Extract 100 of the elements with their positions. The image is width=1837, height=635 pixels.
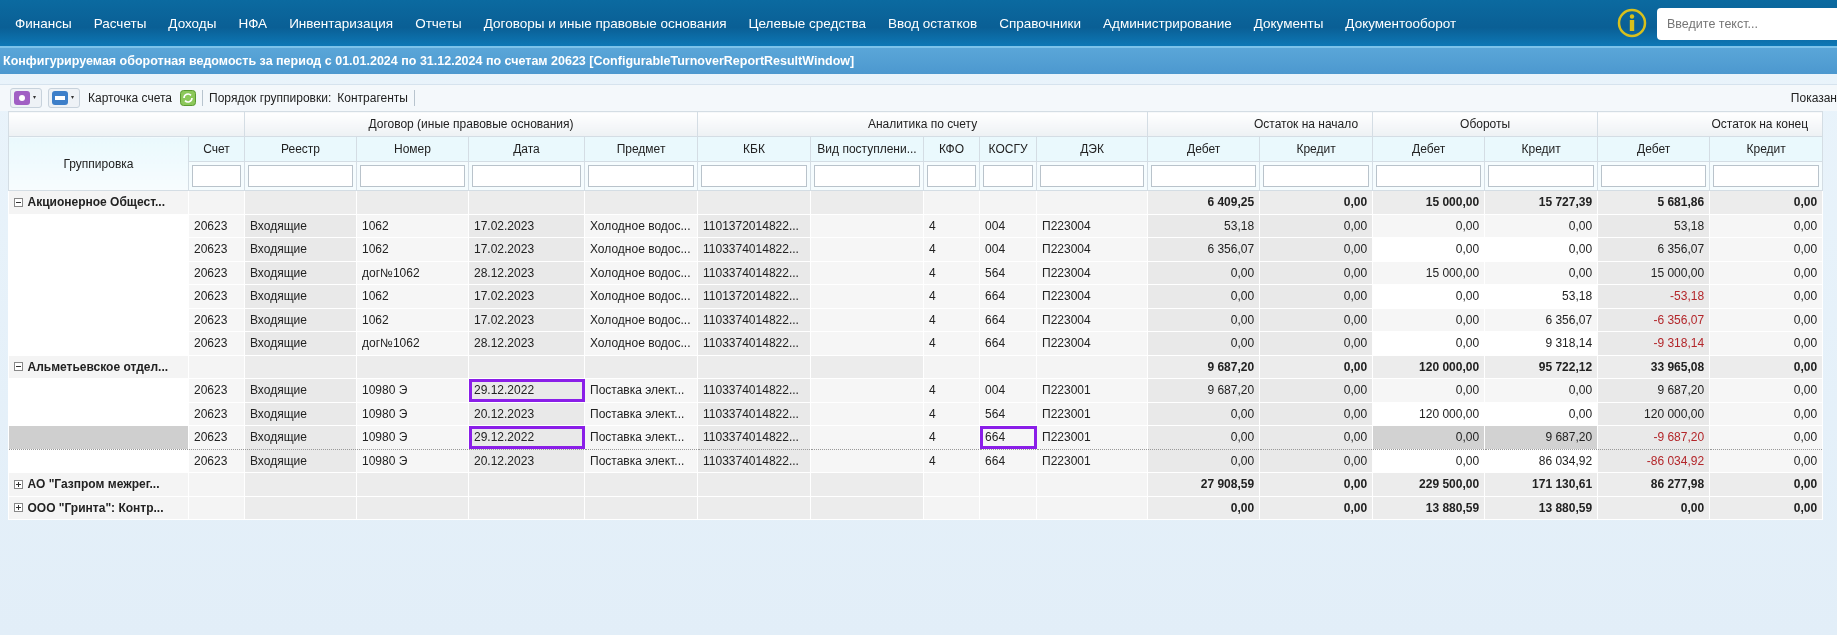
registry-cell: Входящие	[244, 378, 357, 402]
column-header[interactable]: Номер	[356, 136, 469, 162]
amount-cell: 15 000,00	[1597, 261, 1710, 285]
amount-cell: 0,00	[1484, 402, 1598, 426]
search-field[interactable]: Введите текст...	[1657, 8, 1837, 40]
amount-cell: 53,18	[1597, 214, 1710, 238]
amount-cell: 0,00	[1259, 378, 1373, 402]
amount-cell: 0,00	[1709, 449, 1823, 473]
amount-cell: 0,00	[1709, 284, 1823, 308]
filter-field[interactable]	[192, 165, 241, 187]
amount-cell: 53,18	[1147, 214, 1260, 238]
amount-cell: 0,00	[1147, 261, 1260, 285]
menu-item[interactable]: Финансы	[4, 15, 83, 31]
settings-dropdown-button[interactable]	[10, 88, 42, 108]
total-cell: 15 000,00	[1372, 190, 1485, 214]
total-cell: 95 722,12	[1484, 355, 1598, 379]
total-cell: 13 880,59	[1372, 496, 1485, 520]
column-header[interactable]: ДЭК	[1036, 136, 1148, 162]
filter-field[interactable]	[1263, 165, 1370, 187]
kbk-cell: 1103374014822...	[697, 308, 811, 332]
filter-field[interactable]	[1151, 165, 1257, 187]
amount-cell: 9 318,14	[1484, 331, 1598, 355]
filter-field[interactable]	[588, 165, 695, 187]
menu-item[interactable]: Инвентаризация	[278, 15, 405, 31]
filter-field[interactable]	[248, 165, 353, 187]
column-header[interactable]: Кредит	[1484, 136, 1598, 162]
menu-item[interactable]: Расчеты	[82, 15, 158, 31]
collapse-icon[interactable]	[13, 362, 23, 371]
amount-cell: 0,00	[1709, 214, 1823, 238]
dek-cell: П223001	[1036, 425, 1148, 449]
amount-cell: 0,00	[1259, 308, 1373, 332]
filter-field[interactable]	[701, 165, 808, 187]
menu-item[interactable]: Договоры и иные правовые основания	[472, 15, 738, 31]
column-header[interactable]: Дата	[468, 136, 585, 162]
menu-item[interactable]: Справочники	[988, 15, 1092, 31]
filter-field[interactable]	[814, 165, 921, 187]
number-cell: 1062	[356, 237, 469, 261]
menu-item[interactable]: Ввод остатков	[876, 15, 989, 31]
filter-field[interactable]	[927, 165, 977, 187]
column-header[interactable]: Предмет	[584, 136, 698, 162]
kbk-cell: 1103374014822...	[697, 331, 811, 355]
dek-cell: П223004	[1036, 308, 1148, 332]
menu-item[interactable]: Документооборот	[1334, 15, 1468, 31]
group-name: ООО "Гринта": Контр...	[27, 500, 164, 515]
column-header[interactable]: Дебет	[1372, 136, 1485, 162]
column-header[interactable]: Дебет	[1147, 136, 1260, 162]
kbk-cell: 1101372014822...	[697, 214, 811, 238]
kbk-cell: 1103374014822...	[697, 261, 811, 285]
amount-cell: 9 687,20	[1484, 425, 1598, 449]
subject-cell: Холодное водос...	[584, 261, 698, 285]
subject-cell: Поставка элект...	[584, 378, 698, 402]
amount-cell: -6 356,07	[1597, 308, 1710, 332]
subject-cell: Холодное водос...	[584, 237, 698, 261]
filter-field[interactable]	[472, 165, 581, 187]
expand-icon[interactable]	[13, 503, 23, 512]
filter-field[interactable]	[360, 165, 465, 187]
number-cell: дог№1062	[356, 331, 469, 355]
amount-cell: 0,00	[1147, 425, 1260, 449]
info-icon[interactable]	[1617, 8, 1647, 38]
account-card-button[interactable]: Карточка счета	[86, 91, 175, 105]
column-header[interactable]: Группировка	[8, 136, 189, 191]
amount-cell: 0,00	[1372, 237, 1485, 261]
column-header[interactable]: Реестр	[244, 136, 357, 162]
filter-field[interactable]	[983, 165, 1034, 187]
column-header[interactable]: КБК	[697, 136, 811, 162]
amount-cell: -9 687,20	[1597, 425, 1710, 449]
amount-cell: 6 356,07	[1597, 237, 1710, 261]
kbk-cell: 1103374014822...	[697, 378, 811, 402]
expand-icon[interactable]	[13, 479, 23, 489]
filter-field[interactable]	[1488, 165, 1595, 187]
menu-item[interactable]: Целевые средства	[737, 15, 877, 31]
shown-label: Показан	[1790, 91, 1837, 105]
column-header[interactable]: Вид поступлени...	[810, 136, 924, 162]
column-header[interactable]: Кредит	[1709, 136, 1823, 162]
menu-item[interactable]: Отчеты	[404, 15, 473, 31]
date-cell: 17.02.2023	[468, 308, 585, 332]
amount-cell: 120 000,00	[1597, 402, 1710, 426]
amount-cell: 0,00	[1372, 214, 1485, 238]
registry-cell: Входящие	[244, 331, 357, 355]
filter-field[interactable]	[1040, 165, 1145, 187]
filter-field[interactable]	[1376, 165, 1482, 187]
window-title: Конфигурируемая оборотная ведомость за период с 01.01.2024 по 31.12.2024 по счетам 20623 [ConfigurableTurnoverReportResultWindow]	[3, 54, 855, 68]
refresh-icon[interactable]	[180, 90, 197, 106]
column-header[interactable]: Кредит	[1259, 136, 1373, 162]
print-dropdown-button[interactable]	[48, 88, 80, 108]
total-cell: 6 409,25	[1147, 190, 1260, 214]
amount-cell: 0,00	[1484, 261, 1598, 285]
menu-item[interactable]: Документы	[1242, 15, 1335, 31]
number-cell: 10980 Э	[356, 402, 469, 426]
filter-field[interactable]	[1601, 165, 1707, 187]
filter-field[interactable]	[1713, 165, 1820, 187]
column-header[interactable]: Дебет	[1597, 136, 1710, 162]
menu-item[interactable]: НФА	[227, 15, 279, 31]
collapse-icon[interactable]	[13, 197, 23, 207]
menu-item[interactable]: Доходы	[157, 15, 228, 31]
grouping-order-value[interactable]: Контрагенты	[337, 91, 408, 105]
dek-cell: П223004	[1036, 331, 1148, 355]
amount-cell: 0,00	[1484, 214, 1598, 238]
amount-cell: 0,00	[1259, 284, 1373, 308]
menu-item[interactable]: Администрирование	[1092, 15, 1243, 31]
